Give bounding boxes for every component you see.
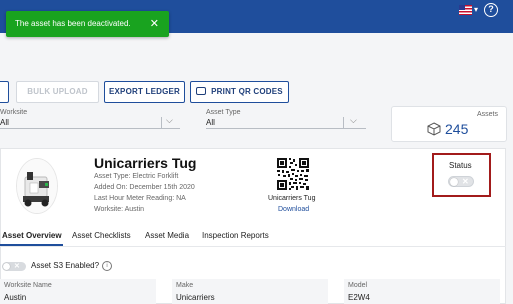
help-icon[interactable]: ? — [484, 3, 498, 17]
model-field: Model E2W4 — [344, 279, 500, 304]
partial-toolbar-button[interactable] — [0, 81, 9, 103]
forklift-image — [17, 159, 57, 213]
toast-message: The asset has been deactivated. — [15, 19, 131, 28]
asset-name: Unicarriers Tug — [94, 155, 197, 171]
printer-icon — [196, 87, 207, 95]
bulk-upload-button[interactable]: BULK UPLOAD — [16, 81, 99, 103]
field-label: Worksite Name — [4, 282, 52, 289]
worksite-line: Worksite: Austin — [94, 206, 145, 213]
tab-asset-media[interactable]: Asset Media — [145, 231, 189, 240]
chevron-down-icon[interactable]: ⌵ — [166, 115, 173, 126]
asset-type-line: Asset Type: Electric Forklift — [94, 173, 179, 180]
make-field: Make Unicarriers — [172, 279, 328, 304]
x-icon: ✕ — [14, 263, 20, 270]
asset-type-filter-label: Asset Type — [206, 109, 241, 116]
field-label: Model — [348, 282, 368, 289]
s3-enabled-toggle[interactable]: ✕ — [2, 262, 26, 271]
download-link[interactable]: Download — [278, 206, 309, 213]
qr-code-image — [277, 158, 309, 190]
print-qr-label: PRINT QR CODES — [211, 87, 283, 96]
print-qr-codes-button[interactable]: PRINT QR CODES — [190, 81, 289, 103]
worksite-underline — [0, 128, 180, 129]
status-highlight-box — [432, 153, 491, 197]
meter-reading-line: Last Hour Meter Reading: NA — [94, 195, 186, 202]
field-value: E2W4 — [348, 293, 370, 302]
bulk-upload-label: BULK UPLOAD — [27, 87, 88, 96]
tab-divider — [0, 246, 506, 247]
assets-count-card: Assets 245 — [391, 106, 507, 142]
qr-caption: Unicarriers Tug — [268, 195, 316, 202]
worksite-filter-select[interactable]: All — [0, 118, 9, 127]
us-flag-icon[interactable] — [459, 5, 472, 15]
toggle-knob — [3, 263, 10, 270]
chevron-down-icon[interactable]: ⌵ — [350, 115, 357, 126]
select-divider — [161, 117, 162, 128]
worksite-filter-label: Worksite — [0, 109, 28, 116]
info-icon[interactable]: i — [102, 261, 112, 271]
added-on-line: Added On: December 15th 2020 — [94, 184, 195, 191]
field-label: Make — [176, 282, 194, 289]
status-label: Status — [449, 161, 472, 170]
success-toast: The asset has been deactivated. ✕ — [6, 11, 169, 37]
tab-asset-checklists[interactable]: Asset Checklists — [72, 231, 131, 240]
assets-label: Assets — [476, 111, 498, 118]
toggle-knob — [450, 178, 458, 186]
s3-enabled-label: Asset S3 Enabled? — [31, 261, 100, 270]
export-ledger-button[interactable]: EXPORT LEDGER — [104, 81, 185, 103]
worksite-name-field: Worksite Name Austin — [0, 279, 156, 304]
field-value: Unicarriers — [176, 293, 215, 302]
asset-type-filter-select[interactable]: All — [206, 118, 215, 127]
x-icon: ✕ — [462, 177, 469, 186]
status-toggle[interactable]: ✕ — [448, 176, 474, 187]
tab-asset-overview[interactable]: Asset Overview — [2, 231, 62, 240]
select-divider — [343, 117, 344, 128]
tab-inspection-reports[interactable]: Inspection Reports — [202, 231, 269, 240]
close-icon[interactable]: ✕ — [150, 11, 159, 37]
export-ledger-label: EXPORT LEDGER — [108, 87, 181, 96]
assets-count: 245 — [445, 121, 469, 137]
chevron-down-icon[interactable]: ▾ — [474, 5, 478, 15]
asset-photo — [17, 159, 57, 213]
cube-icon — [427, 122, 441, 136]
field-value: Austin — [4, 293, 27, 302]
asset-type-underline — [206, 128, 366, 129]
